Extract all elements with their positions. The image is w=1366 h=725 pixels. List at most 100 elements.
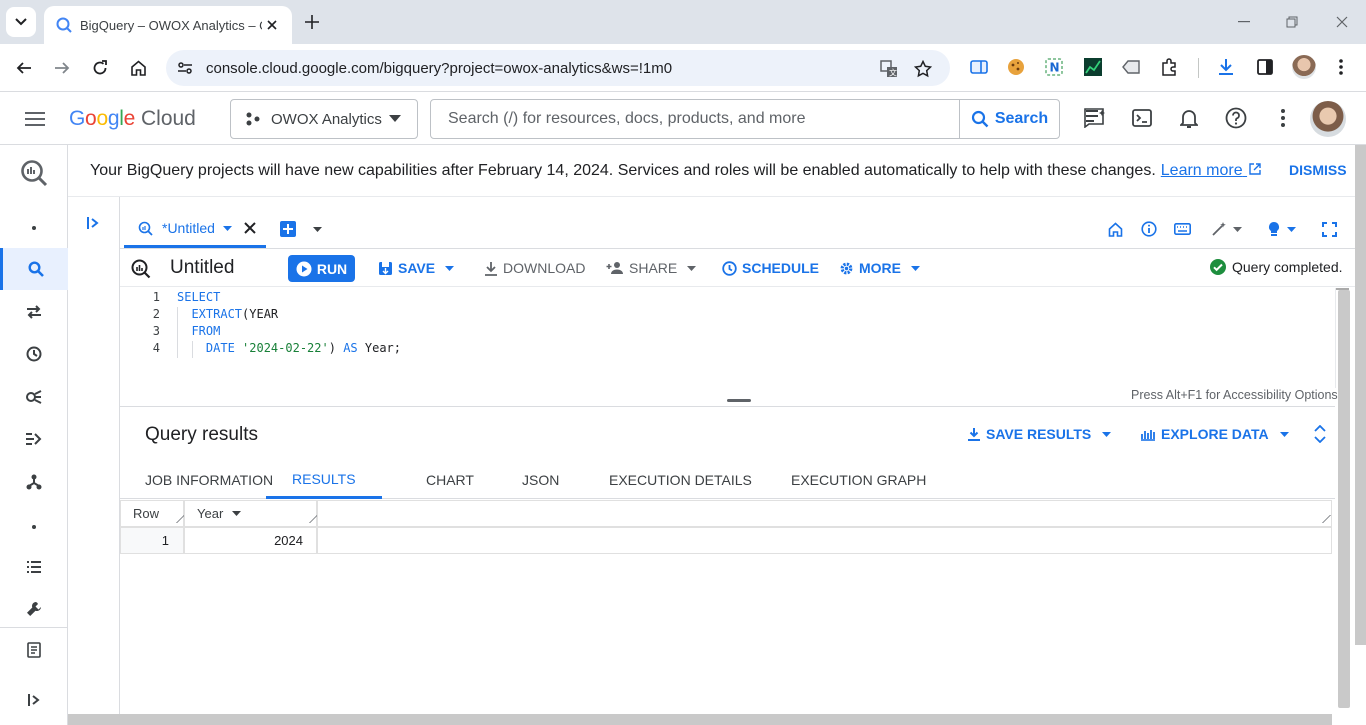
account-avatar[interactable] xyxy=(1310,101,1346,137)
help-icon[interactable] xyxy=(1223,105,1249,131)
close-tab-icon[interactable] xyxy=(262,15,282,35)
expand-results-icon[interactable] xyxy=(1310,423,1330,445)
nav-dataform[interactable] xyxy=(0,418,68,460)
extension-cookie-icon[interactable] xyxy=(1005,56,1027,78)
indent-guide xyxy=(177,341,178,358)
resource-search[interactable]: Search (/) for resources, docs, products… xyxy=(430,99,1060,139)
more-button[interactable]: MORE xyxy=(839,249,920,287)
nav-release-notes[interactable] xyxy=(0,629,68,671)
nav-sql-workspace[interactable] xyxy=(0,248,68,290)
restore-icon[interactable] xyxy=(1280,10,1304,34)
site-info-icon[interactable] xyxy=(176,59,194,77)
nav-partner-center[interactable] xyxy=(0,461,68,503)
browser-tab[interactable]: BigQuery – OWOX Analytics – G xyxy=(44,6,292,44)
learn-more-link[interactable]: Learn more xyxy=(1161,162,1261,180)
query-title[interactable]: Untitled xyxy=(170,257,234,279)
results-tab-results[interactable]: RESULTS xyxy=(266,461,382,499)
dismiss-button[interactable]: DISMISS xyxy=(1289,162,1347,178)
nav-dot-icon-2 xyxy=(0,506,68,548)
google-cloud-logo[interactable]: Google Cloud xyxy=(69,105,196,133)
code-token: SELECT xyxy=(177,290,221,304)
results-tab-job-information[interactable]: JOB INFORMATION xyxy=(145,461,273,499)
column-resize-icon-3[interactable] xyxy=(1315,515,1331,523)
reload-icon[interactable] xyxy=(88,56,112,80)
nav-expand-toggle[interactable] xyxy=(0,679,68,721)
banner-text: Your BigQuery projects will have new cap… xyxy=(90,161,1156,179)
bigquery-logo-icon[interactable] xyxy=(0,149,68,197)
cloud-shell-icon[interactable] xyxy=(1129,105,1155,131)
column-resize-icon[interactable] xyxy=(169,515,185,523)
year-header-cell[interactable]: Year xyxy=(184,500,318,527)
extension-chart-icon[interactable] xyxy=(1082,56,1104,78)
year-value-cell[interactable]: 2024 xyxy=(184,527,317,554)
extensions-puzzle-icon[interactable] xyxy=(1158,56,1180,78)
more-options-icon[interactable] xyxy=(1270,105,1296,131)
share-button[interactable]: SHARE xyxy=(606,249,697,287)
format-wand-icon[interactable] xyxy=(1208,219,1244,239)
browser-menu-icon[interactable] xyxy=(1330,56,1352,78)
schedule-button[interactable]: SCHEDULE xyxy=(722,249,819,287)
download-button[interactable]: DOWNLOAD xyxy=(484,249,585,287)
profile-avatar[interactable] xyxy=(1292,55,1316,79)
row-column-label: Row xyxy=(133,506,160,521)
column-resize-icon-2[interactable] xyxy=(302,515,318,523)
search-input[interactable]: Search (/) for resources, docs, products… xyxy=(431,110,959,128)
nav-monitoring[interactable] xyxy=(0,546,68,588)
tab-search-icon[interactable] xyxy=(6,7,36,37)
code-line: SELECT xyxy=(177,290,220,304)
extension-tag-icon[interactable] xyxy=(1120,56,1142,78)
side-panel-icon[interactable] xyxy=(1254,56,1276,78)
editor-scroll-track xyxy=(1335,288,1336,388)
back-icon[interactable] xyxy=(12,56,36,80)
home-tab-icon[interactable] xyxy=(1105,219,1125,239)
nav-data-transfers[interactable] xyxy=(0,291,68,333)
save-button[interactable]: SAVE xyxy=(378,249,455,287)
gemini-notes-icon[interactable] xyxy=(1082,105,1108,131)
page-vertical-scrollbar[interactable] xyxy=(1355,145,1366,645)
keyboard-shortcuts-icon[interactable] xyxy=(1172,219,1192,239)
notifications-bell-icon[interactable] xyxy=(1176,105,1202,131)
results-tab-json[interactable]: JSON xyxy=(522,461,559,499)
close-window-icon[interactable] xyxy=(1330,10,1354,34)
gemini-idea-icon[interactable] xyxy=(1263,219,1299,239)
page-horizontal-scrollbar[interactable] xyxy=(68,714,1332,725)
new-query-dropdown-icon[interactable] xyxy=(310,223,324,235)
nav-capacity-management[interactable] xyxy=(0,588,68,630)
results-tab-execution-graph[interactable]: EXECUTION GRAPH xyxy=(791,461,926,499)
results-vertical-scrollbar[interactable] xyxy=(1338,290,1350,708)
translate-icon[interactable]: 文 xyxy=(878,58,900,80)
new-query-button[interactable] xyxy=(280,221,296,237)
search-button[interactable]: Search xyxy=(959,100,1059,138)
new-tab-icon[interactable] xyxy=(300,10,324,34)
nav-scheduled-queries[interactable] xyxy=(0,333,68,375)
nav-analytics-hub[interactable] xyxy=(0,376,68,418)
extension-n-icon[interactable]: N xyxy=(1043,56,1065,78)
run-button[interactable]: RUN xyxy=(288,255,355,282)
code-line: EXTRACT(YEAR xyxy=(177,307,278,321)
row-header-cell[interactable]: Row xyxy=(120,500,185,527)
fullscreen-icon[interactable] xyxy=(1319,219,1339,239)
download-icon[interactable] xyxy=(1215,56,1237,78)
editor-tab-untitled[interactable]: *Untitled xyxy=(124,211,266,248)
forward-icon[interactable] xyxy=(50,56,74,80)
explore-dropdown-icon xyxy=(1279,431,1289,437)
results-tab-chart[interactable]: CHART xyxy=(426,461,474,499)
main-menu-icon[interactable] xyxy=(22,107,48,131)
bookmark-star-icon[interactable] xyxy=(912,58,934,80)
expand-explorer-icon[interactable] xyxy=(80,211,106,235)
project-picker[interactable]: OWOX Analytics xyxy=(230,99,418,139)
address-bar[interactable]: console.cloud.google.com/bigquery?projec… xyxy=(166,50,950,86)
explore-data-button[interactable]: EXPLORE DATA xyxy=(1140,415,1289,453)
sql-editor[interactable]: 1 SELECT 2 EXTRACT(YEAR 3 FROM 4 DATE '2024-… xyxy=(120,288,1349,388)
info-icon[interactable] xyxy=(1139,219,1159,239)
editor-resize-handle[interactable] xyxy=(727,399,751,402)
extension-owox-icon[interactable] xyxy=(968,56,990,78)
minimize-icon[interactable] xyxy=(1232,10,1256,34)
save-results-button[interactable]: SAVE RESULTS xyxy=(967,415,1112,453)
results-tab-execution-details[interactable]: EXECUTION DETAILS xyxy=(609,461,752,499)
home-icon[interactable] xyxy=(126,56,150,80)
hierarchy-icon xyxy=(26,474,42,490)
results-title: Query results xyxy=(145,424,258,445)
analytics-hub-icon xyxy=(26,390,42,404)
indent-guide xyxy=(177,324,178,341)
